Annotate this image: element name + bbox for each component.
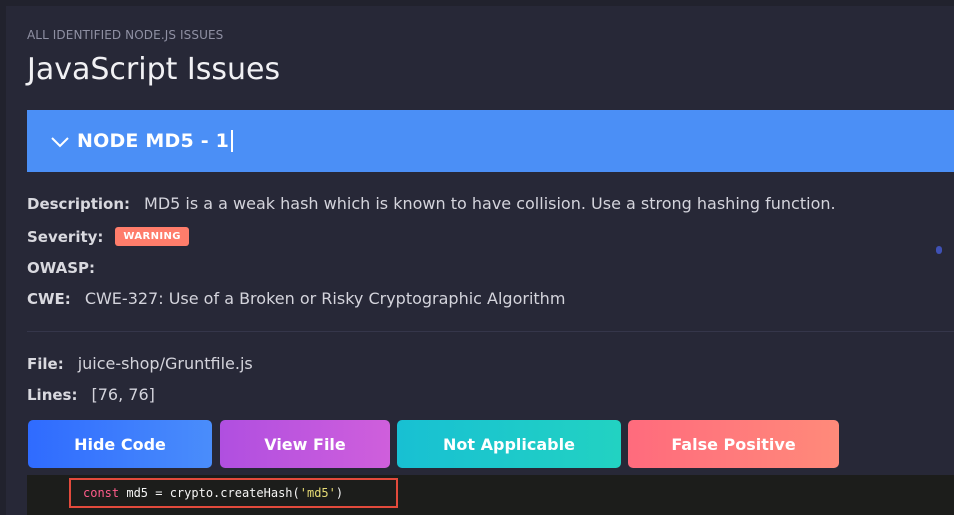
not-applicable-button[interactable]: Not Applicable (397, 420, 621, 468)
issue-title: NODE MD5 - 1 (77, 130, 230, 152)
highlighted-code-line: const md5 = crypto.createHash('md5') (69, 478, 398, 508)
scroll-indicator (936, 246, 942, 254)
chevron-down-icon[interactable] (49, 130, 71, 152)
code-keyword: const (83, 486, 120, 500)
owasp-row: OWASP: (27, 259, 109, 277)
lines-label: Lines: (27, 385, 78, 404)
section-divider (27, 331, 954, 332)
hide-code-button[interactable]: Hide Code (28, 420, 212, 468)
severity-label: Severity: (27, 227, 104, 246)
description-row: Description: MD5 is a a weak hash which … (27, 194, 836, 213)
code-text: md5 = crypto.createHash( (119, 486, 300, 500)
code-text-end: ) (335, 486, 344, 500)
lines-row: Lines: [76, 76] (27, 385, 155, 404)
severity-badge: WARNING (115, 227, 189, 246)
page-subtitle: ALL IDENTIFIED NODE.JS ISSUES (27, 28, 224, 42)
cwe-value: CWE-327: Use of a Broken or Risky Crypto… (84, 289, 566, 308)
page-title: JavaScript Issues (27, 52, 281, 87)
false-positive-button[interactable]: False Positive (628, 420, 839, 468)
severity-row: Severity: WARNING (27, 227, 189, 246)
file-value: juice-shop/Gruntfile.js (77, 354, 253, 373)
description-label: Description: (27, 194, 131, 213)
cwe-row: CWE: CWE-327: Use of a Broken or Risky C… (27, 289, 565, 308)
view-file-button[interactable]: View File (220, 420, 390, 468)
description-value: MD5 is a a weak hash which is known to h… (144, 194, 836, 213)
file-row: File: juice-shop/Gruntfile.js (27, 354, 253, 373)
issue-accordion-header[interactable]: NODE MD5 - 1 (27, 110, 954, 172)
code-string: 'md5' (299, 486, 336, 500)
text-cursor (231, 130, 234, 152)
owasp-label: OWASP: (27, 259, 96, 277)
file-label: File: (27, 354, 64, 373)
lines-value: [76, 76] (91, 385, 155, 404)
cwe-label: CWE: (27, 289, 71, 308)
